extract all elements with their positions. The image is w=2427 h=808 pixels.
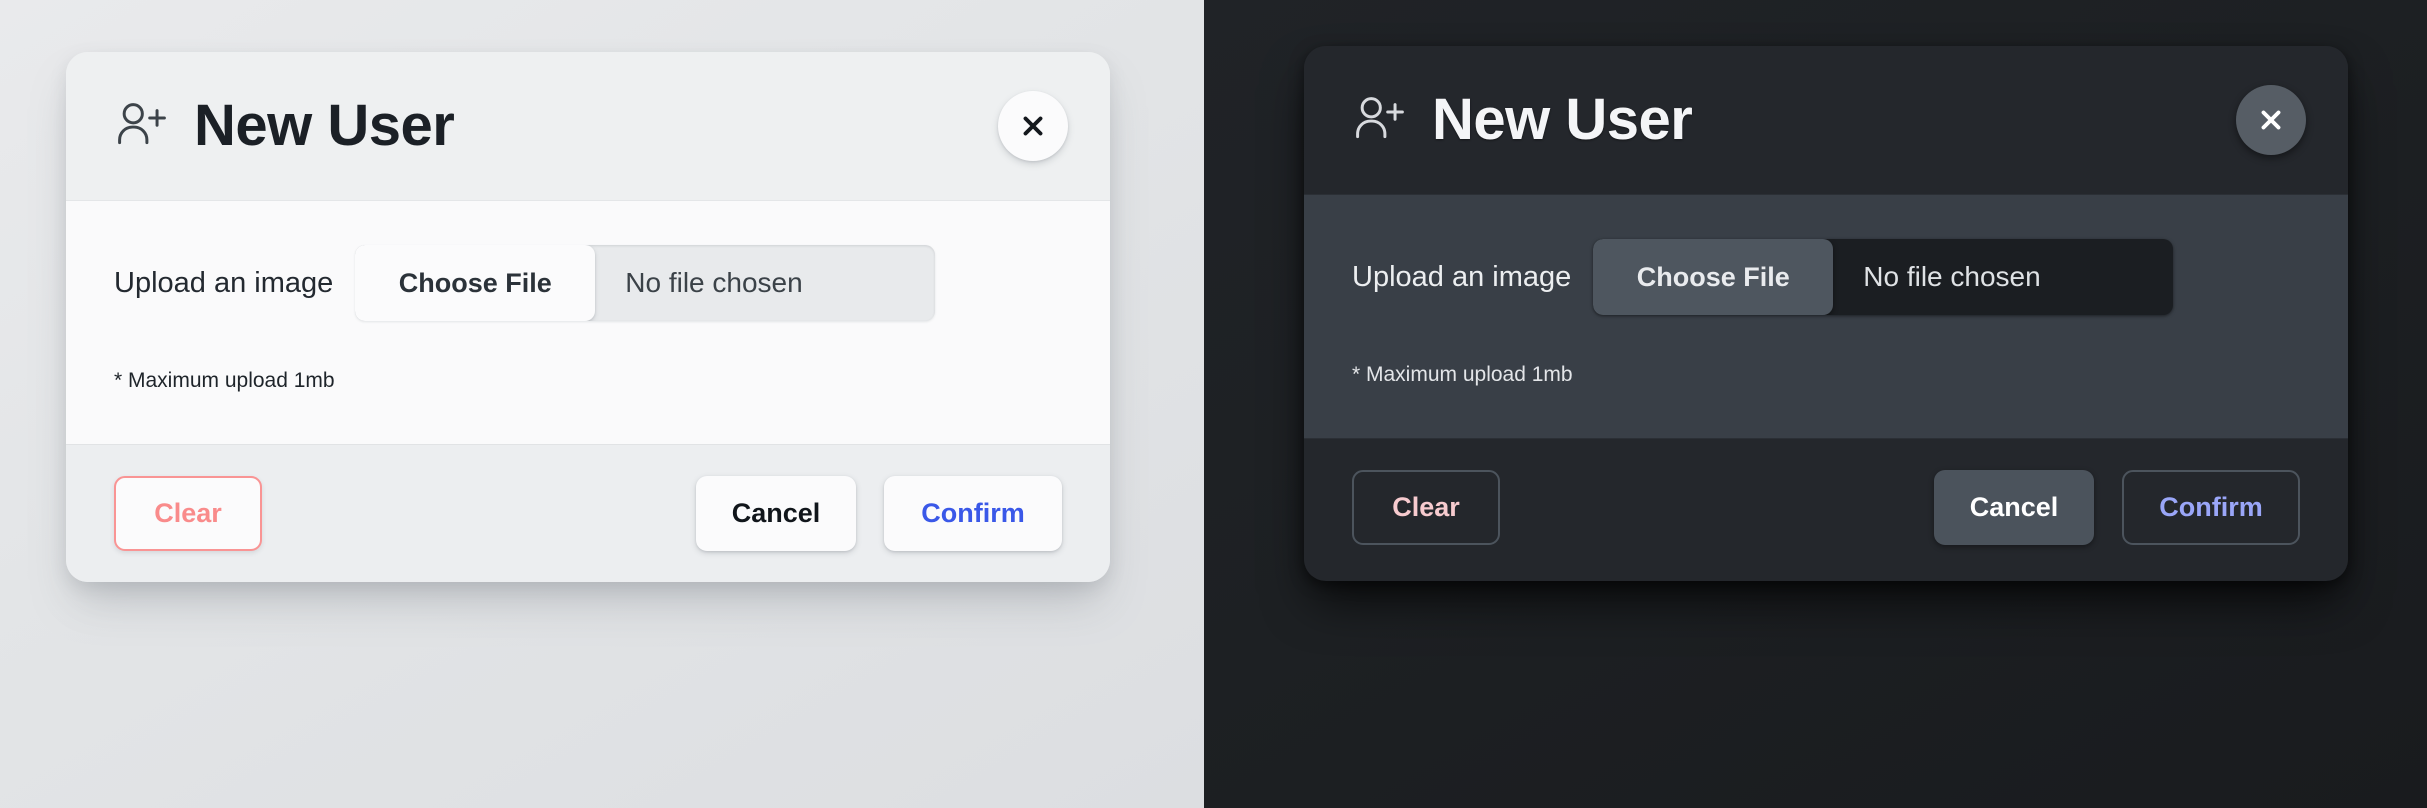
- confirm-button[interactable]: Confirm: [2122, 470, 2300, 545]
- new-user-dialog-dark: New User Upload an image Choose File No …: [1304, 46, 2348, 581]
- file-name-display: No file chosen: [625, 267, 803, 298]
- choose-file-button[interactable]: Choose File: [1593, 239, 1834, 315]
- choose-file-button[interactable]: Choose File: [355, 245, 596, 321]
- upload-row: Upload an image Choose File No file chos…: [1352, 229, 2300, 325]
- close-button[interactable]: [2236, 85, 2306, 155]
- upload-hint-text: * Maximum upload 1mb: [1352, 363, 1573, 386]
- dialog-body: Upload an image Choose File No file chos…: [66, 200, 1110, 445]
- dialog-header: New User: [1304, 46, 2348, 194]
- file-input[interactable]: Choose File No file chosen: [1593, 239, 2174, 315]
- dialog-body: Upload an image Choose File No file chos…: [1304, 194, 2348, 439]
- dialog-footer: Clear Cancel Confirm: [1304, 439, 2348, 576]
- cancel-button[interactable]: Cancel: [1934, 470, 2094, 545]
- close-icon: [1023, 116, 1043, 136]
- user-add-icon: [118, 103, 166, 145]
- page-title: New User: [194, 93, 455, 158]
- close-icon: [2261, 110, 2281, 130]
- clear-button[interactable]: Clear: [114, 476, 262, 551]
- upload-hint-text: * Maximum upload 1mb: [114, 369, 335, 392]
- dark-theme-pane: New User Upload an image Choose File No …: [1204, 0, 2427, 808]
- upload-image-label: Upload an image: [114, 266, 334, 299]
- clear-button[interactable]: Clear: [1352, 470, 1500, 545]
- upload-image-label: Upload an image: [1352, 260, 1572, 293]
- file-name-display: No file chosen: [1863, 261, 2041, 292]
- user-add-icon: [1356, 97, 1404, 139]
- confirm-button[interactable]: Confirm: [884, 476, 1062, 551]
- light-theme-pane: New User Upload an image Choose File No …: [0, 0, 1204, 808]
- dialog-footer: Clear Cancel Confirm: [66, 445, 1110, 582]
- page-title: New User: [1432, 87, 1693, 152]
- cancel-button[interactable]: Cancel: [696, 476, 856, 551]
- new-user-dialog-light: New User Upload an image Choose File No …: [66, 52, 1110, 582]
- upload-row: Upload an image Choose File No file chos…: [114, 235, 1062, 331]
- file-input[interactable]: Choose File No file chosen: [355, 245, 936, 321]
- dialog-header: New User: [66, 52, 1110, 200]
- close-button[interactable]: [998, 91, 1068, 161]
- theme-comparison-root: New User Upload an image Choose File No …: [0, 0, 2427, 808]
